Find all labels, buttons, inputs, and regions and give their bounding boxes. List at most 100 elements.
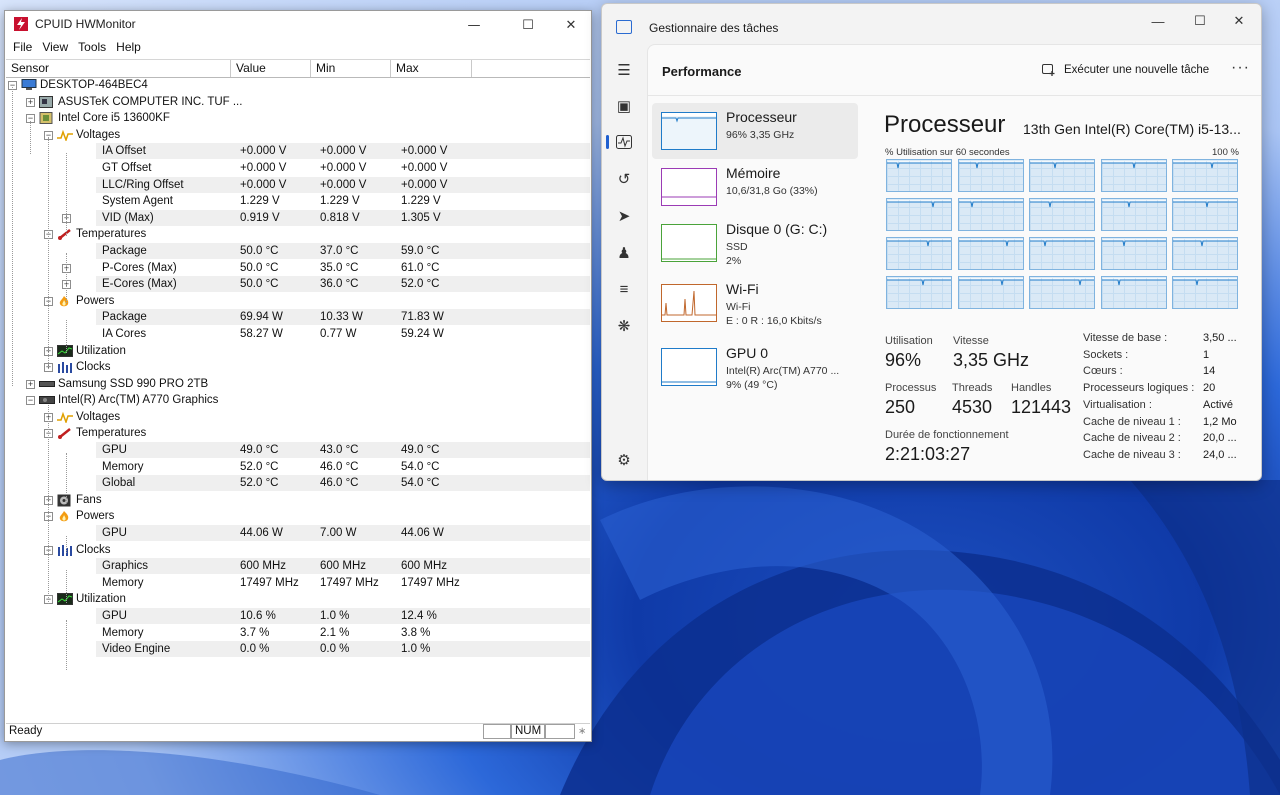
sensor-row[interactable]: Video Engine 0.0 % 0.0 % 1.0 %	[6, 641, 590, 658]
menu-tools[interactable]: Tools	[73, 39, 111, 57]
tree-node[interactable]: − Powers	[6, 508, 590, 525]
sensor-row[interactable]: GPU 44.06 W 7.00 W 44.06 W	[6, 525, 590, 542]
sensor-row[interactable]: GPU 10.6 % 1.0 % 12.4 %	[6, 608, 590, 625]
tree-node[interactable]: + Clocks	[6, 359, 590, 376]
sensor-tree[interactable]: − DESKTOP-464BEC4 + ASUSTeK COMPUTER INC. T…	[6, 77, 590, 727]
more-options-icon[interactable]: ···	[1231, 59, 1250, 77]
sensor-max: 44.06 W	[401, 527, 444, 540]
close-button[interactable]: ✕	[1216, 4, 1261, 38]
sensor-row[interactable]: IA Offset +0.000 V +0.000 V +0.000 V	[6, 143, 590, 160]
sensor-min: +0.000 V	[320, 178, 367, 191]
tree-node[interactable]: − DESKTOP-464BEC4	[6, 77, 590, 94]
startup-apps-icon[interactable]: ➤	[614, 206, 634, 226]
logical-processor-graph	[886, 159, 952, 192]
resource-item-wi-fi[interactable]: Wi-Fi Wi-Fi E : 0 R : 16,0 Kbits/s	[652, 275, 858, 331]
status-bar: Ready NUM ∗	[6, 723, 590, 740]
expand-icon[interactable]: +	[26, 379, 35, 389]
taskmanager-titlebar[interactable]: Gestionnaire des tâches — ☐ ✕	[602, 4, 1261, 44]
sensor-row[interactable]: GT Offset +0.000 V +0.000 V +0.000 V	[6, 160, 590, 177]
column-sensor[interactable]: Sensor	[6, 60, 231, 77]
performance-icon[interactable]	[606, 132, 634, 152]
tree-guide-line	[30, 121, 31, 155]
sensor-min: 0.0 %	[320, 643, 350, 656]
sensor-row[interactable]: + E-Cores (Max) 50.0 °C 36.0 °C 52.0 °C	[6, 276, 590, 293]
settings-gear-icon[interactable]: ⚙	[614, 450, 634, 470]
maximize-button[interactable]: ☐	[505, 11, 551, 39]
resource-item-gpu-0[interactable]: GPU 0 Intel(R) Arc(TM) A770 ... 9% (49 °C)	[652, 339, 858, 395]
sensor-row[interactable]: GPU 49.0 °C 43.0 °C 49.0 °C	[6, 442, 590, 459]
column-min[interactable]: Min	[311, 60, 391, 77]
sensor-row[interactable]: Package 69.94 W 10.33 W 71.83 W	[6, 309, 590, 326]
tree-node[interactable]: − Intel(R) Arc(TM) A770 Graphics	[6, 392, 590, 409]
taskmanager-window: Gestionnaire des tâches — ☐ ✕ ☰ ▣ ↺ ➤ ♟ …	[601, 3, 1262, 481]
tree-node[interactable]: + Samsung SSD 990 PRO 2TB	[6, 376, 590, 393]
flame-icon	[57, 295, 71, 307]
expand-icon[interactable]: +	[26, 97, 35, 107]
minimize-button[interactable]: —	[451, 11, 497, 39]
sensor-min: 10.33 W	[320, 311, 363, 324]
sensor-row[interactable]: Memory 17497 MHz 17497 MHz 17497 MHz	[6, 575, 590, 592]
sensor-row[interactable]: Graphics 600 MHz 600 MHz 600 MHz	[6, 558, 590, 575]
spec-label: Cache de niveau 2 :	[1083, 432, 1181, 445]
resource-item-disque-0-g-c[interactable]: Disque 0 (G: C:) SSD 2%	[652, 215, 858, 271]
sensor-row[interactable]: IA Cores 58.27 W 0.77 W 59.24 W	[6, 326, 590, 343]
collapse-icon[interactable]: −	[26, 396, 35, 406]
close-button[interactable]: ✕	[548, 11, 594, 39]
row-background	[96, 359, 590, 375]
sensor-value: 49.0 °C	[240, 444, 279, 457]
menu-file[interactable]: File	[8, 39, 37, 57]
hamburger-menu-icon[interactable]: ☰	[614, 60, 634, 80]
sensor-row[interactable]: Global 52.0 °C 46.0 °C 54.0 °C	[6, 475, 590, 492]
tree-node[interactable]: + Utilization	[6, 343, 590, 360]
menu-help[interactable]: Help	[111, 39, 146, 57]
services-icon[interactable]: ❋	[614, 316, 634, 336]
row-background	[96, 542, 590, 558]
tree-node[interactable]: − Intel Core i5 13600KF	[6, 110, 590, 127]
sensor-label: GT Offset	[102, 161, 152, 174]
sensor-row[interactable]: System Agent 1.229 V 1.229 V 1.229 V	[6, 193, 590, 210]
sensor-value: +0.000 V	[240, 145, 287, 158]
tree-node[interactable]: + Voltages	[6, 409, 590, 426]
sensor-row[interactable]: Package 50.0 °C 37.0 °C 59.0 °C	[6, 242, 590, 260]
resource-item-processeur[interactable]: Processeur 96% 3,35 GHz	[652, 103, 858, 159]
tree-node[interactable]: − Temperatures	[6, 425, 590, 442]
tree-node[interactable]: − Temperatures	[6, 226, 590, 243]
sensor-label: Temperatures	[76, 228, 147, 241]
sensor-row[interactable]: + VID (Max) 0.919 V 0.818 V 1.305 V	[6, 209, 590, 227]
column-max[interactable]: Max	[391, 60, 472, 77]
tree-node[interactable]: − Utilization	[6, 591, 590, 608]
sensor-max: 52.0 °C	[401, 278, 440, 291]
taskmanager-app-icon	[616, 20, 632, 34]
sensor-label: GPU	[102, 527, 127, 540]
hwmonitor-titlebar[interactable]: CPUID HWMonitor — ☐ ✕	[5, 11, 591, 39]
sensor-min: 35.0 °C	[320, 261, 359, 274]
sensor-max: 1.229 V	[401, 195, 441, 208]
sensor-row[interactable]: LLC/Ring Offset +0.000 V +0.000 V +0.000 V	[6, 176, 590, 194]
minimize-button[interactable]: —	[1135, 4, 1181, 38]
resource-detail: 10,6/31,8 Go (33%)	[726, 185, 818, 197]
sensor-row[interactable]: Memory 52.0 °C 46.0 °C 54.0 °C	[6, 459, 590, 476]
tree-node[interactable]: − Clocks	[6, 542, 590, 559]
run-new-task-button[interactable]: Exécuter une nouvelle tâche	[1042, 57, 1209, 83]
fan-icon	[57, 494, 71, 507]
tree-node[interactable]: − Voltages	[6, 127, 590, 144]
hwmonitor-app-icon	[14, 17, 28, 31]
motherboard-icon	[39, 95, 53, 108]
processes-icon[interactable]: ▣	[614, 96, 634, 116]
column-value[interactable]: Value	[231, 60, 311, 77]
resize-grip-icon[interactable]: ∗	[578, 726, 586, 737]
logical-processor-graph	[957, 159, 1024, 192]
resource-item-m-moire[interactable]: Mémoire 10,6/31,8 Go (33%)	[652, 159, 858, 215]
sensor-row[interactable]: Memory 3.7 % 2.1 % 3.8 %	[6, 625, 590, 642]
tree-node[interactable]: − Powers	[6, 293, 590, 310]
menu-view[interactable]: View	[37, 39, 73, 57]
row-background	[96, 293, 590, 309]
app-history-icon[interactable]: ↺	[614, 169, 634, 189]
details-icon[interactable]: ≡	[614, 279, 634, 299]
tree-node[interactable]: + Fans	[6, 492, 590, 509]
tree-node[interactable]: + ASUSTeK COMPUTER INC. TUF ...	[6, 94, 590, 111]
sensor-row[interactable]: + P-Cores (Max) 50.0 °C 35.0 °C 61.0 °C	[6, 260, 590, 277]
users-icon[interactable]: ♟	[614, 243, 634, 263]
row-background	[96, 425, 590, 441]
window-title: CPUID HWMonitor	[35, 17, 136, 31]
